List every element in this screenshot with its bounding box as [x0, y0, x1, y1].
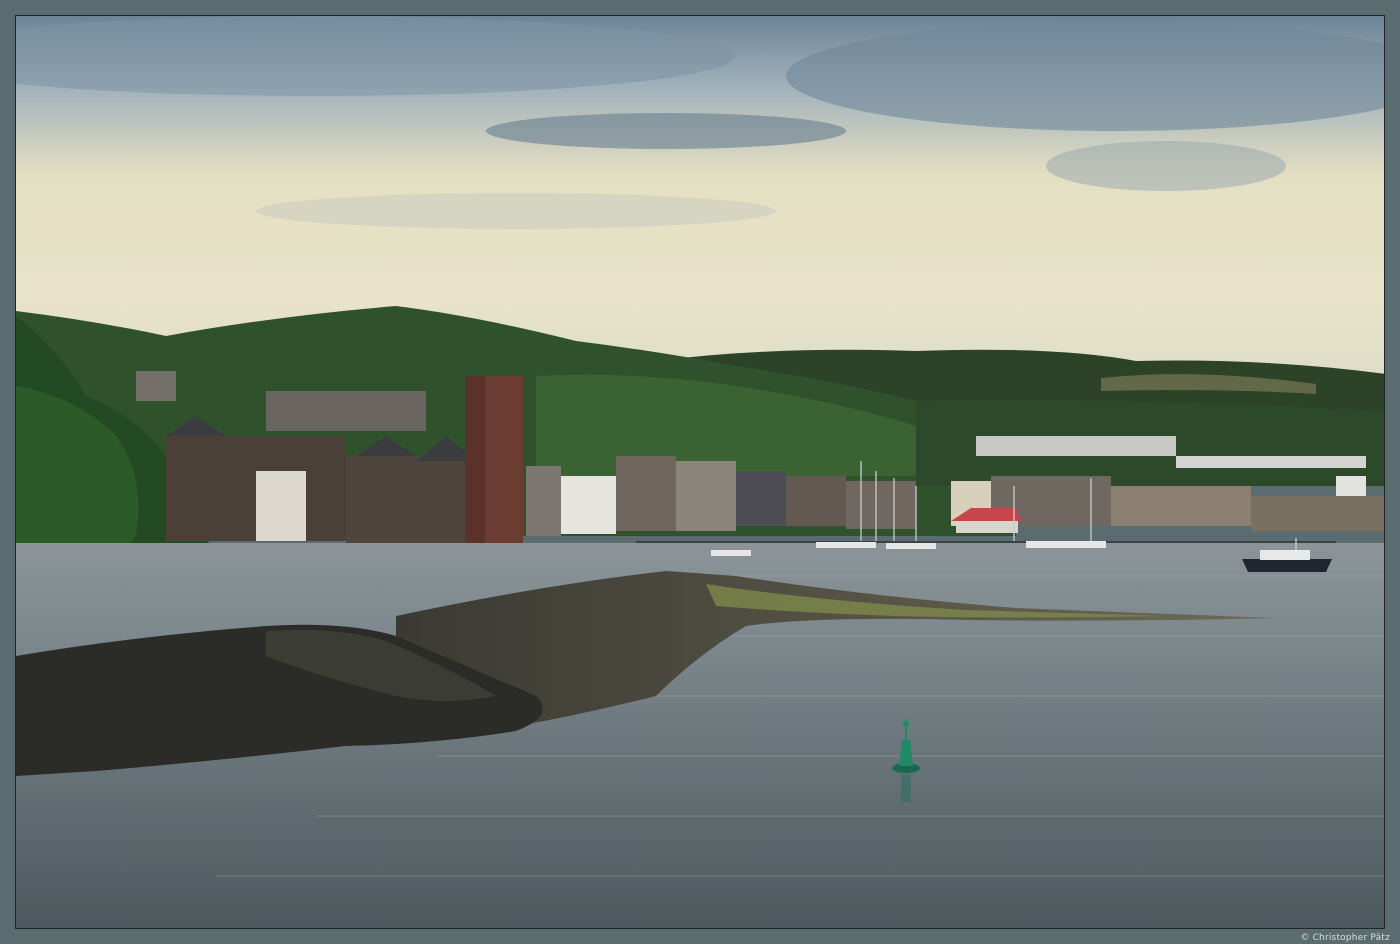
cloud: [1046, 141, 1286, 191]
church-tower-shadow: [465, 376, 485, 546]
photo-credit: © Christopher Pätz: [1300, 933, 1390, 943]
cloud: [486, 113, 846, 149]
harbour-photo: [15, 15, 1385, 929]
photo-frame: © Christopher Pätz: [0, 0, 1400, 944]
cloud: [256, 193, 776, 229]
